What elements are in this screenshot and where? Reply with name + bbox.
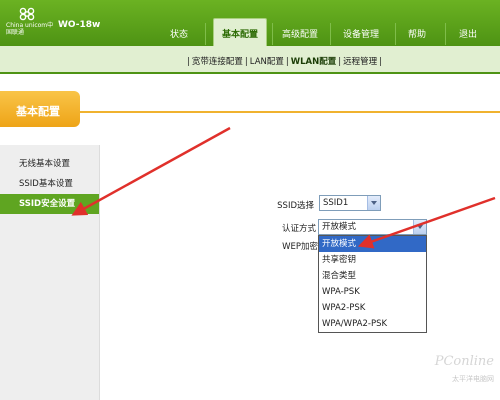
subnav-separator: | [244, 57, 248, 67]
annotation-arrow-icon [71, 126, 231, 216]
sidebar-item-ssid-security[interactable]: SSID安全设置 [0, 194, 99, 214]
subnav-separator: | [285, 57, 289, 67]
auth-method-select[interactable]: 开放模式 [318, 219, 427, 235]
wep-encryption-label: WEP加密 [282, 242, 318, 252]
select-arrow-icon[interactable] [367, 196, 380, 210]
unicom-logo: China unicom中国联通 [6, 7, 54, 37]
nav-divider [330, 23, 331, 45]
sidebar-item-wireless-basic[interactable]: 无线基本设置 [0, 154, 99, 174]
logo-text: China unicom中国联通 [6, 22, 54, 36]
subnav-wan-config[interactable]: 宽带连接配置 [192, 57, 243, 67]
nav-divider [205, 23, 206, 45]
auth-method-value: 开放模式 [322, 222, 357, 232]
subnav-lan-config[interactable]: LAN配置 [250, 57, 284, 67]
nav-advanced-config[interactable]: 高级配置 [280, 27, 320, 41]
select-arrow-icon[interactable] [413, 220, 426, 234]
section-banner: 基本配置 [0, 91, 80, 127]
auth-option-wpa-wpa2-psk[interactable]: WPA/WPA2-PSK [319, 316, 426, 332]
auth-option-shared-key[interactable]: 共享密钥 [319, 252, 426, 268]
nav-status[interactable]: 状态 [168, 27, 190, 41]
auth-option-open[interactable]: 开放模式 [319, 236, 426, 252]
nav-basic-config-label: 基本配置 [221, 30, 258, 40]
ssid-select[interactable]: SSID1 [319, 195, 381, 211]
nav-divider [272, 23, 273, 45]
nav-help[interactable]: 帮助 [406, 27, 428, 41]
subnav-separator: | [187, 57, 190, 67]
nav-divider [445, 23, 446, 45]
auth-option-wpa-psk[interactable]: WPA-PSK [319, 284, 426, 300]
nav-divider [395, 23, 396, 45]
device-model: WO-18w [58, 20, 101, 30]
nav-device-management[interactable]: 设备管理 [341, 27, 381, 41]
ssid-select-label: SSID选择 [277, 201, 314, 211]
auth-option-mixed[interactable]: 混合类型 [319, 268, 426, 284]
sub-navigation: | 宽带连接配置 | LAN配置 | WLAN配置 | 远程管理 | [0, 46, 500, 74]
banner-title: 基本配置 [16, 105, 60, 118]
subnav-wlan-config[interactable]: WLAN配置 [291, 57, 336, 67]
nav-logout[interactable]: 退出 [457, 27, 479, 41]
auth-option-wpa2-psk[interactable]: WPA2-PSK [319, 300, 426, 316]
subnav-items: | 宽带连接配置 | LAN配置 | WLAN配置 | 远程管理 | [185, 55, 384, 67]
subnav-remote-management[interactable]: 远程管理 [343, 57, 377, 67]
sidebar: 无线基本设置 SSID基本设置 SSID安全设置 [0, 145, 100, 400]
pconline-watermark: PConline 太平洋电脑网 [408, 350, 500, 400]
ssid-select-value: SSID1 [323, 198, 349, 208]
subnav-separator: | [338, 57, 342, 67]
top-header: China unicom中国联通 WO-18w 状态 基本配置 高级配置 设备管… [0, 0, 500, 46]
auth-method-dropdown: 开放模式 共享密钥 混合类型 WPA-PSK WPA2-PSK WPA/WPA2… [318, 235, 427, 333]
unicom-logo-icon [19, 7, 35, 21]
watermark-subtext: 太平洋电脑网 [452, 375, 494, 383]
auth-method-label: 认证方式 [281, 224, 316, 234]
nav-basic-config[interactable]: 基本配置 [213, 18, 267, 46]
subnav-separator: | [379, 57, 382, 67]
banner-divider [80, 111, 500, 113]
watermark-text: PConline [434, 354, 494, 369]
sidebar-item-ssid-basic[interactable]: SSID基本设置 [0, 174, 99, 194]
